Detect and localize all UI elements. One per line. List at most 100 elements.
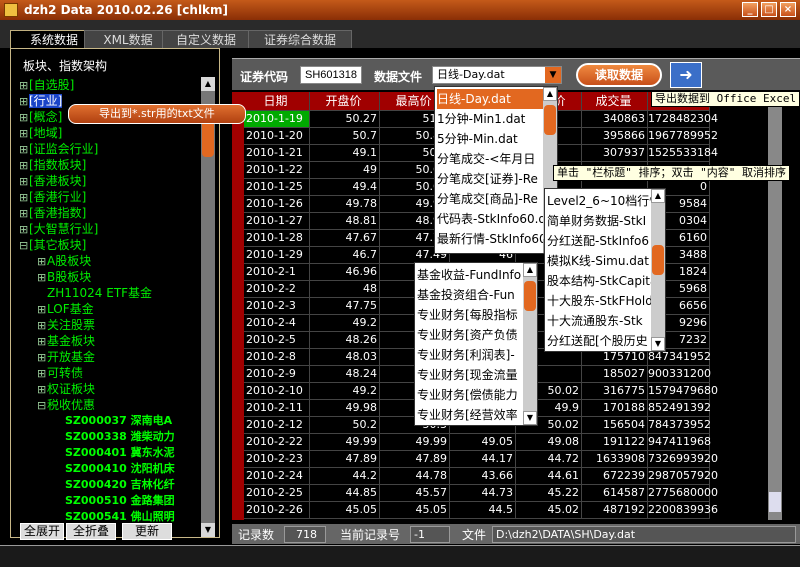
table-cell[interactable]: 2010-2-8 xyxy=(244,349,310,366)
table-cell[interactable]: 7326993920 xyxy=(648,451,718,468)
table-cell[interactable]: 2010-1-22 xyxy=(244,162,310,179)
table-cell[interactable]: 614587 xyxy=(582,485,648,502)
table-cell[interactable]: 1579479680 xyxy=(648,383,718,400)
tree-node[interactable]: ⊞[大智慧行业] xyxy=(19,221,98,237)
tree-node[interactable]: ⊞[香港行业] xyxy=(19,189,86,205)
table-cell[interactable]: 2010-2-22 xyxy=(244,434,310,451)
level2-menu-item[interactable]: 分红送配[个股历史 xyxy=(547,331,651,351)
table-cell[interactable]: 340863 xyxy=(582,111,648,128)
tree-expander-icon[interactable]: ⊞ xyxy=(19,222,29,238)
table-cell[interactable]: 672239 xyxy=(582,468,648,485)
table-cell[interactable]: 2010-1-27 xyxy=(244,213,310,230)
tree-expander-icon[interactable]: ⊞ xyxy=(19,158,29,174)
column-header[interactable]: 日期 xyxy=(244,92,310,111)
finance-menu-item[interactable]: 专业财务[每股指标 xyxy=(417,305,523,325)
tree-expander-icon[interactable]: ⊞ xyxy=(19,190,29,206)
finance-menu-item[interactable]: 专业财务[资产负债 xyxy=(417,325,523,345)
table-cell[interactable]: 50.2 xyxy=(310,417,380,434)
file-menu-item[interactable]: 1分钟-Min1.dat xyxy=(437,109,543,129)
table-cell[interactable]: 44.85 xyxy=(310,485,380,502)
table-cell[interactable]: 2010-1-28 xyxy=(244,230,310,247)
tree-expander-icon[interactable]: ⊞ xyxy=(19,94,29,110)
finance-menu-item[interactable]: 专业财务[利润表]- xyxy=(417,345,523,365)
table-cell[interactable]: 2010-1-29 xyxy=(244,247,310,264)
table-cell[interactable]: 45.02 xyxy=(516,502,582,519)
table-cell[interactable]: 2200839936 xyxy=(648,502,718,519)
table-cell[interactable]: 46.7 xyxy=(310,247,380,264)
file-menu-item[interactable]: 分笔成交[证券]-Re xyxy=(437,169,543,189)
table-cell[interactable]: 2010-2-24 xyxy=(244,468,310,485)
table-cell[interactable]: 45.22 xyxy=(516,485,582,502)
tree-expander-icon[interactable]: ⊞ xyxy=(19,142,29,158)
tree-expander-icon[interactable]: ⊞ xyxy=(37,318,47,334)
table-cell[interactable]: 47.75 xyxy=(310,298,380,315)
level2-menu-item[interactable]: 十大流通股东-Stk xyxy=(547,311,651,331)
table-cell[interactable]: 395866 xyxy=(582,128,648,145)
tree-node[interactable]: ⊟税收优惠 xyxy=(37,397,95,413)
table-cell[interactable]: 48.81 xyxy=(310,213,380,230)
tree-expander-icon[interactable]: ⊞ xyxy=(19,206,29,222)
tree-expander-icon[interactable]: ⊞ xyxy=(37,270,47,286)
file-menu-item[interactable]: 5分钟-Min.dat xyxy=(437,129,543,149)
tree-node[interactable]: SZ000410 沈阳机床 xyxy=(55,461,175,477)
scroll-thumb[interactable] xyxy=(652,245,664,275)
table-cell[interactable]: 2010-2-26 xyxy=(244,502,310,519)
table-cell[interactable]: 2010-2-25 xyxy=(244,485,310,502)
table-cell[interactable]: 2010-1-26 xyxy=(244,196,310,213)
tree-node[interactable]: ⊞[证监会行业] xyxy=(19,141,98,157)
tree-node[interactable]: SZ000037 深南电A xyxy=(55,413,172,429)
scroll-down-icon[interactable]: ▼ xyxy=(651,337,665,351)
table-cell[interactable]: 2010-1-20 xyxy=(244,128,310,145)
table-cell[interactable]: 1967789952 xyxy=(648,128,718,145)
scroll-thumb[interactable] xyxy=(524,281,536,311)
tree-expander-icon[interactable]: ⊞ xyxy=(19,126,29,142)
table-cell[interactable]: 852491392 xyxy=(648,400,711,417)
table-cell[interactable]: 44.61 xyxy=(516,468,582,485)
table-cell[interactable]: 47.89 xyxy=(310,451,380,468)
table-cell[interactable]: 50.27 xyxy=(310,111,380,128)
tree-node[interactable]: ⊞[指数板块] xyxy=(19,157,86,173)
table-cell[interactable]: 2010-2-2 xyxy=(244,281,310,298)
scroll-down-icon[interactable]: ▼ xyxy=(523,411,537,425)
export-icon[interactable]: ➜ xyxy=(670,62,702,88)
table-cell[interactable]: 50.7 xyxy=(310,128,380,145)
tree-node[interactable]: ⊞[香港指数] xyxy=(19,205,86,221)
tree-node[interactable]: ⊞可转债 xyxy=(37,365,83,381)
tree-node[interactable]: ⊞[概念] xyxy=(19,109,62,125)
table-cell[interactable]: 316775 xyxy=(582,383,648,400)
table-cell[interactable]: 49.4 xyxy=(310,179,380,196)
tree-node[interactable]: ⊞关注股票 xyxy=(37,317,95,333)
tree-node[interactable]: SZ000420 吉林化纤 xyxy=(55,477,175,493)
table-cell[interactable]: 49.05 xyxy=(450,434,516,451)
table-cell[interactable]: 49.99 xyxy=(380,434,450,451)
file-dropdown-menu[interactable]: 日线-Day.dat 1分钟-Min1.dat 5分钟-Min.dat 分笔成交-<年… xyxy=(434,86,558,254)
file-menu-item[interactable]: 代码表-StkInfo60.d xyxy=(437,209,546,229)
table-cell[interactable]: 2010-2-3 xyxy=(244,298,310,315)
tree-node[interactable]: SZ000510 金路集团 xyxy=(55,493,175,509)
grid-scroll-thumb[interactable] xyxy=(769,492,781,512)
tree-node[interactable]: ⊞A股板块 xyxy=(37,253,91,269)
chevron-down-icon[interactable]: ▼ xyxy=(545,67,561,83)
table-cell[interactable]: 49.98 xyxy=(310,400,380,417)
finance-menu-item[interactable]: 专业财务[经营效率 xyxy=(417,405,523,425)
table-cell[interactable]: 2010-2-9 xyxy=(244,366,310,383)
table-cell[interactable]: 44.78 xyxy=(380,468,450,485)
scroll-up-icon[interactable]: ▲ xyxy=(523,263,537,277)
tree-node[interactable]: SZ000338 潍柴动力 xyxy=(55,429,175,445)
table-cell[interactable]: 2010-1-21 xyxy=(244,145,310,162)
tree-expander-icon[interactable]: ⊟ xyxy=(19,238,29,254)
tree-expander-icon[interactable]: ⊞ xyxy=(19,78,29,94)
table-cell[interactable]: 2010-1-19 xyxy=(244,111,310,128)
table-cell[interactable]: 1525533184 xyxy=(648,145,718,162)
read-data-button[interactable]: 读取数据 xyxy=(576,63,662,87)
update-button[interactable]: 更新 xyxy=(122,523,172,540)
file-menu-item[interactable]: 最新行情-StkInfo60 xyxy=(437,229,547,249)
finance-menu-scrollbar[interactable]: ▲ ▼ xyxy=(523,263,537,425)
table-row[interactable]: 2010-2-26 45.05 45.05 44.5 45.02 487192 220083… xyxy=(232,502,784,520)
table-cell[interactable]: 947411968 xyxy=(648,434,711,451)
table-cell[interactable]: 46.96 xyxy=(310,264,380,281)
tree-node[interactable]: SZ000401 冀东水泥 xyxy=(55,445,175,461)
scroll-up-icon[interactable]: ▲ xyxy=(201,77,215,91)
table-cell[interactable]: 48.03 xyxy=(310,349,380,366)
column-header[interactable]: 开盘价 xyxy=(310,92,380,111)
